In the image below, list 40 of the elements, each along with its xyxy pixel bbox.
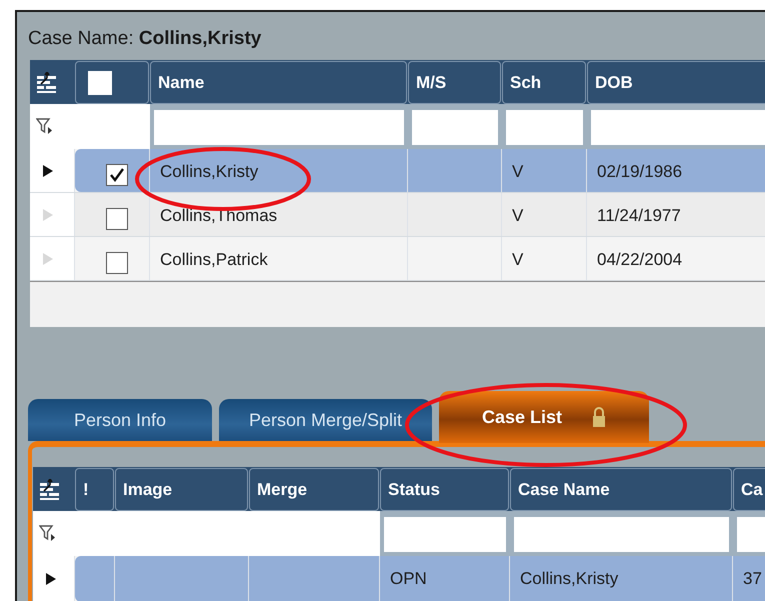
table-cell: V [502,149,587,192]
case-name-label: Case Name: [28,28,134,49]
table-cell: Collins,Patrick [150,237,408,280]
filter-field[interactable] [591,110,765,145]
column-chooser-icon[interactable] [36,72,58,94]
row-checkbox[interactable] [106,164,128,186]
column-header[interactable]: Image [115,468,248,511]
column-header[interactable]: Sch [502,61,586,104]
column-header[interactable]: Case Name [510,468,732,511]
tab[interactable]: Case List [439,391,649,443]
table-cell: Collins,Kristy [510,556,733,601]
table-cell: 04/22/2004 [587,237,765,280]
filter-field[interactable] [514,517,729,552]
row-indicator-icon [42,208,54,222]
row-indicator-icon [45,572,57,586]
column-header[interactable]: Status [380,468,509,511]
table-cell: V [502,193,587,236]
tab[interactable]: Person Merge/Split [219,399,432,441]
select-all-checkbox[interactable] [88,70,112,94]
column-chooser-icon[interactable] [39,478,61,500]
table-cell: 02/19/1986 [587,149,765,192]
tab[interactable]: Person Info [28,399,212,441]
table-cell: Collins,Kristy [150,149,408,192]
table-cell: V [502,237,587,280]
row-checkbox[interactable] [106,252,128,274]
column-header[interactable]: M/S [408,61,501,104]
filter-field[interactable] [506,110,583,145]
column-header[interactable]: Merge [249,468,379,511]
filter-field[interactable] [154,110,404,145]
row-indicator-icon [42,252,54,266]
table-cell: 11/24/1977 [587,193,765,236]
row-indicator-icon [42,164,54,178]
table-cell: Collins,Thomas [150,193,408,236]
column-header[interactable]: Name [150,61,407,104]
row-checkbox[interactable] [106,208,128,230]
filter-field[interactable] [384,517,506,552]
filter-field[interactable] [412,110,498,145]
case-name-value: Collins,Kristy [138,28,262,49]
table-cell: 37 [733,556,765,601]
table-cell: OPN [380,556,510,601]
